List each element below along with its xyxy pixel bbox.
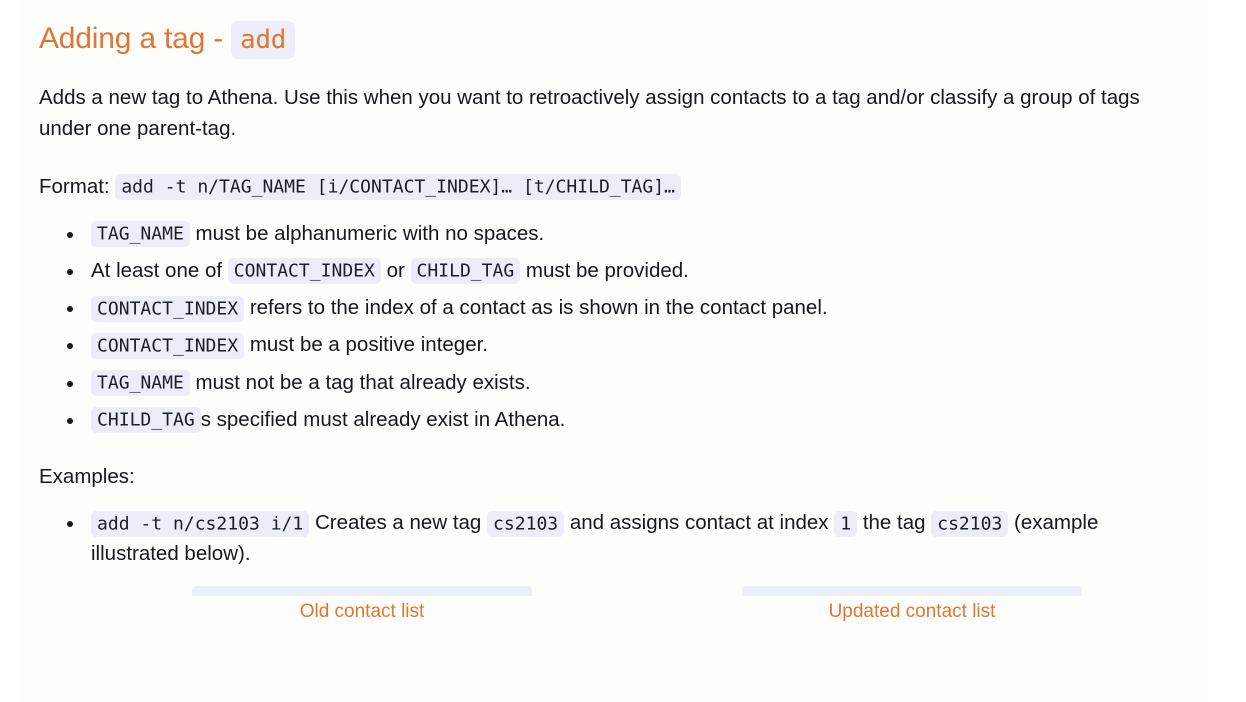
old-contact-list-caption: Old contact list [299,600,425,622]
rule-code: CONTACT_INDEX [91,295,245,322]
rule-code: TAG_NAME [91,221,190,248]
rule-text-lead: At least one of [91,258,228,282]
list-item: CONTACT_INDEX must be a positive integer… [63,330,1187,361]
documentation-page: Adding a tag - add Adds a new tag to Ath… [20,0,1206,702]
content-container: Adding a tag - add Adds a new tag to Ath… [20,0,1206,625]
rule-text: must be alphanumeric with no spaces. [189,221,545,245]
rule-text: must be provided. [520,258,689,282]
rule-code: CHILD_TAG [91,407,201,434]
old-contact-list-column: Old contact list [87,585,637,625]
format-line: Format: add -t n/TAG_NAME [i/CONTACT_IND… [39,172,1187,203]
updated-contact-list-image [742,585,1082,596]
updated-contact-list-column: Updated contact list [637,585,1187,625]
rule-text: must be a positive integer. [244,333,488,357]
list-item: CHILD_TAG s specified must already exist … [63,405,1187,436]
rule-text: refers to the index of a contact as is s… [244,296,828,320]
examples-list: add -t n/cs2103 i/1 Creates a new tag cs… [39,508,1187,570]
intro-paragraph: Adds a new tag to Athena. Use this when … [39,85,1140,140]
page-title-command-code: add [231,21,296,59]
list-item: add -t n/cs2103 i/1 Creates a new tag cs… [63,508,1187,570]
list-item: TAG_NAME must not be a tag that already … [63,368,1187,399]
updated-contact-list-caption: Updated contact list [828,600,996,622]
rule-code: TAG_NAME [91,370,190,397]
example-index-code: 1 [834,510,858,537]
rule-code: CONTACT_INDEX [227,258,381,285]
rule-code: CHILD_TAG [410,258,521,285]
list-item: TAG_NAME must be alphanumeric with no sp… [63,219,1187,250]
example-text: Creates a new tag [309,511,488,535]
rule-text: s specified must already exist in Athena… [200,407,566,431]
rule-text: must not be a tag that already exists. [189,370,531,394]
rule-text: or [380,258,411,282]
page-title: Adding a tag - add [39,0,1187,59]
example-tag-code: cs2103 [931,510,1009,537]
format-label: Format: [39,174,116,198]
list-item: CONTACT_INDEX refers to the index of a c… [63,293,1187,324]
example-tag-code: cs2103 [487,510,565,537]
example-text: the tag [857,511,932,535]
list-item: At least one of CONTACT_INDEX or CHILD_T… [63,256,1187,287]
page-title-text: Adding a tag - [39,22,232,55]
examples-label: Examples: [39,464,135,488]
contact-list-comparison: Old contact list Updated contact list [39,585,1187,625]
rule-code: CONTACT_INDEX [91,332,245,359]
format-code: add -t n/TAG_NAME [i/CONTACT_INDEX]… [t/… [115,174,681,201]
example-command-code: add -t n/cs2103 i/1 [91,510,310,537]
old-contact-list-image [192,585,532,596]
example-text: and assigns contact at index [564,511,835,535]
rules-list: TAG_NAME must be alphanumeric with no sp… [39,219,1187,436]
